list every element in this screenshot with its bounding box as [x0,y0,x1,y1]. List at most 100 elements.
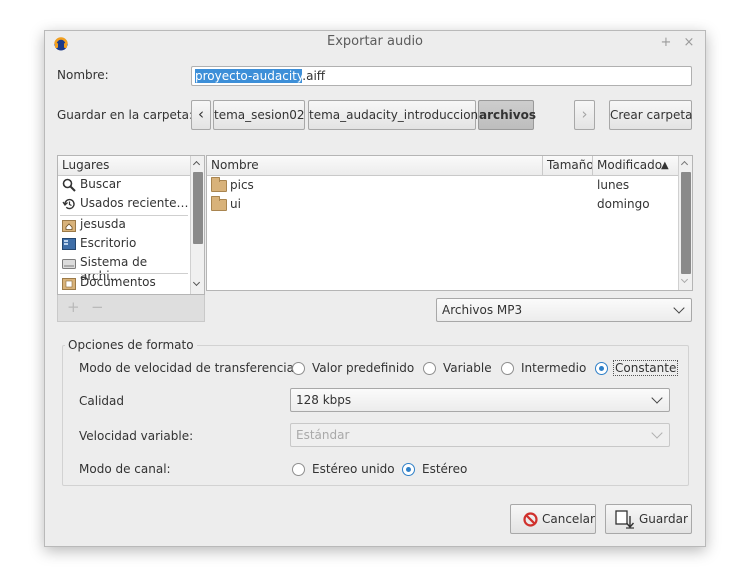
format-options-title: Opciones de formato [65,338,197,352]
places-scroll-thumb[interactable] [193,172,203,244]
place-item-home[interactable]: jesusda [58,216,190,235]
place-label-recent: Usados reciente… [80,196,189,210]
file-type-filter[interactable]: Archivos MP3 [436,298,692,322]
file-row[interactable]: ui domingo [207,195,678,214]
channel-stereo-label: Estéreo [422,462,468,476]
file-modified: lunes [597,178,630,192]
place-item-search[interactable]: Buscar [58,176,190,195]
home-folder-icon [62,220,76,232]
places-header: Lugares [58,156,190,176]
filename-selected-text: proyecto-audacity [195,69,303,83]
variable-speed-select[interactable]: Estándar [290,423,670,447]
file-modified: domingo [597,197,650,211]
scroll-up-icon[interactable] [680,160,689,169]
maximize-button[interactable]: + [657,33,675,53]
cancel-label: Cancelar [542,512,595,526]
place-label-search: Buscar [80,177,121,191]
mode-option-variable[interactable]: Variable [423,361,495,377]
chevron-down-icon [673,302,685,314]
places-toolbar: + − [57,295,205,322]
sort-ascending-icon: ▲ [661,160,669,171]
radio-joint-stereo[interactable] [292,463,305,476]
save-label: Guardar [639,512,688,526]
channel-option-stereo[interactable]: Estéreo [402,462,472,478]
path-forward-button[interactable]: › [574,100,595,130]
column-divider [542,156,543,176]
channel-joint-label: Estéreo unido [312,462,395,476]
crumb-tema-audacity-introduccion[interactable]: tema_audacity_introduccion [308,100,478,130]
column-name[interactable]: Nombre [211,156,259,175]
mode-constant-label: Constante [613,360,679,376]
save-icon [615,510,635,529]
file-type-value: Archivos MP3 [442,303,523,317]
filename-extension-text: .aiff [302,69,326,83]
chevron-down-icon [651,392,663,404]
mode-preset-label: Valor predefinido [312,361,415,375]
create-folder-button[interactable]: Crear carpeta [609,100,692,130]
variable-speed-label: Velocidad variable: [79,429,194,443]
crumb-archivos[interactable]: archivos [478,100,536,130]
chevron-down-icon [651,427,663,439]
crumb-tema-sesion02[interactable]: tema_sesion02 [213,100,305,130]
export-audio-dialog: Exportar audio + × Nombre: proyecto-auda… [44,30,706,547]
mode-option-constant[interactable]: Constante [595,360,679,377]
file-name: pics [230,178,254,192]
file-list-header: Nombre Tamaño Modificado ▲ [207,156,678,176]
window-title: Exportar audio [326,34,424,49]
save-button[interactable]: Guardar [605,504,692,534]
folder-icon [211,196,227,211]
mode-variable-label: Variable [443,361,492,375]
place-label-desktop: Escritorio [80,236,137,250]
desktop-icon [62,238,76,250]
add-place-button[interactable]: + [67,298,80,316]
place-item-filesystem[interactable]: Sistema de archi… [58,254,190,283]
places-scrollbar[interactable] [190,156,204,294]
title-bar: Exportar audio + × [45,31,705,55]
quality-value: 128 kbps [296,393,352,407]
variable-speed-value: Estándar [296,428,350,442]
save-in-folder-label: Guardar en la carpeta: [57,108,193,122]
search-icon [62,178,76,192]
folder-icon [62,278,76,290]
scroll-up-icon[interactable] [192,160,201,169]
places-sidebar: Lugares Buscar Usados reciente… jesusda … [57,155,205,295]
cancel-icon [523,512,538,527]
remove-place-button[interactable]: − [91,298,104,316]
file-row[interactable]: pics lunes [207,176,678,195]
radio-stereo[interactable] [402,463,415,476]
place-item-recent[interactable]: Usados reciente… [58,195,190,214]
recent-icon [62,198,75,210]
place-item-desktop[interactable]: Escritorio [58,235,190,254]
place-label-home: jesusda [80,217,126,231]
drive-icon [62,259,76,269]
radio-preset[interactable] [292,362,305,375]
column-modified[interactable]: Modificado [597,156,662,175]
files-scroll-thumb[interactable] [681,172,691,274]
close-button[interactable]: × [680,33,698,53]
filename-input[interactable]: proyecto-audacity.aiff [191,66,692,86]
scroll-down-icon[interactable] [192,278,201,287]
bitrate-mode-label: Modo de velocidad de transferencia: [79,361,299,375]
place-label-documents: Documentos [80,275,156,289]
place-item-documents[interactable]: Documentos [58,274,190,293]
folder-icon [211,177,227,192]
name-label: Nombre: [57,68,109,82]
radio-variable[interactable] [423,362,436,375]
channel-mode-label: Modo de canal: [79,462,171,476]
scroll-down-icon[interactable] [680,275,689,284]
mode-average-label: Intermedio [521,361,587,375]
mode-option-preset[interactable]: Valor predefinido [292,361,422,377]
column-divider [592,156,593,176]
quality-select[interactable]: 128 kbps [290,388,670,412]
path-back-button[interactable]: ‹ [191,100,211,130]
channel-option-joint[interactable]: Estéreo unido [292,462,396,478]
file-name: ui [230,197,241,211]
column-size[interactable]: Tamaño [547,156,594,175]
radio-average[interactable] [501,362,514,375]
radio-constant[interactable] [595,362,608,375]
mode-option-average[interactable]: Intermedio [501,361,591,377]
quality-label: Calidad [79,394,124,408]
cancel-button[interactable]: Cancelar [510,504,596,534]
file-list: Nombre Tamaño Modificado ▲ pics lunes ui… [206,155,693,291]
files-scrollbar[interactable] [678,156,692,290]
